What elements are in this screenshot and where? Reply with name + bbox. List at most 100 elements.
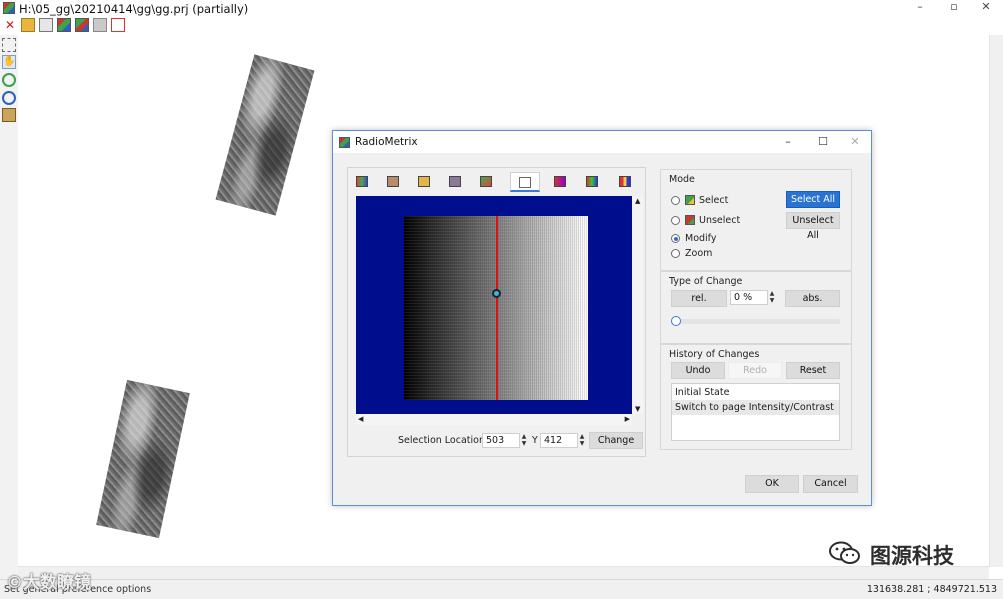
canvas-vertical-scrollbar[interactable]: ▲ ▼ xyxy=(632,196,643,414)
radiometrix-alt-icon[interactable] xyxy=(75,18,89,32)
scroll-up-arrow-icon[interactable]: ▲ xyxy=(635,197,640,205)
canvas-horizontal-scrollbar[interactable]: ◀ ▶ xyxy=(356,414,632,425)
pan-hand-icon[interactable]: ✋ xyxy=(2,55,16,69)
selection-line xyxy=(496,216,498,400)
modify-radio[interactable] xyxy=(671,234,680,243)
minimize-button[interactable]: – xyxy=(906,0,934,14)
zoom-label: Zoom xyxy=(685,248,713,259)
type-of-change-title: Type of Change xyxy=(669,276,743,287)
open-folder-icon[interactable] xyxy=(21,18,35,32)
layers-icon[interactable] xyxy=(93,18,107,32)
main-vertical-scrollbar[interactable] xyxy=(989,35,1003,567)
history-list[interactable]: Initial State Switch to page Intensity/C… xyxy=(671,383,840,441)
app-icon xyxy=(3,2,15,14)
left-tool-strip: ✋ xyxy=(0,35,18,595)
undo-button[interactable]: Undo xyxy=(671,362,725,379)
history-group: History of Changes Undo Redo Reset Initi… xyxy=(660,344,852,450)
dialog-close-button[interactable]: ✕ xyxy=(840,134,870,150)
unselect-all-button[interactable]: Unselect All xyxy=(786,212,840,241)
tab-balance[interactable] xyxy=(381,172,405,192)
watermark-right: 图源科技 xyxy=(870,544,954,568)
maximize-button[interactable]: ▫ xyxy=(940,0,968,14)
select-radio[interactable] xyxy=(671,196,680,205)
main-horizontal-scrollbar[interactable] xyxy=(18,566,989,579)
gradient-purple-icon xyxy=(554,176,566,187)
gradient-rainbow-icon xyxy=(586,176,598,187)
select-check-icon xyxy=(685,195,695,205)
tab-brightness[interactable] xyxy=(412,172,436,192)
image-rgb-icon xyxy=(356,176,368,187)
selection-y-input[interactable]: 412 xyxy=(540,433,578,448)
reset-button[interactable]: Reset xyxy=(786,362,840,379)
dialog-maximize-button[interactable]: ☐ xyxy=(808,134,838,150)
select-label: Select xyxy=(699,195,729,206)
type-of-change-group: Type of Change rel. 0 % ▲ ▼ abs. xyxy=(660,271,852,344)
x-spin-buttons[interactable]: ▲ ▼ xyxy=(519,433,529,448)
intensity-gradient-image xyxy=(404,216,588,400)
cancel-button[interactable]: Cancel xyxy=(803,475,858,493)
zoom-in-icon[interactable] xyxy=(2,73,16,87)
page-panel: ▲ ▼ ◀ ▶ Selection Location: X 503 ▲ ▼ Y 4… xyxy=(347,167,646,457)
redo-button[interactable]: Redo xyxy=(728,362,782,379)
status-bar: Set general preference options 131638.28… xyxy=(0,579,1003,599)
radiometrix-icon[interactable] xyxy=(57,18,71,32)
radiometrix-dialog: RadioMetrix – ☐ ✕ ▲ ▼ ◀ ▶ Selection Loca… xyxy=(332,130,872,506)
intensity-contrast-icon xyxy=(519,177,531,188)
home-extent-icon[interactable] xyxy=(2,108,16,122)
selection-handle[interactable] xyxy=(492,289,501,298)
selection-x-input[interactable]: 503 xyxy=(482,433,520,448)
change-value-input[interactable]: 0 % xyxy=(730,290,768,305)
mode-group: Mode Select Unselect Modify Zoom Select … xyxy=(660,169,852,271)
coordinate-readout: 131638.281 ; 4849721.513 xyxy=(866,584,997,595)
zoom-radio[interactable] xyxy=(671,249,680,258)
change-slider-track[interactable] xyxy=(673,319,840,324)
watermark-left: ©大数瞭镜 xyxy=(6,573,91,593)
tab-rgb[interactable] xyxy=(350,172,374,192)
unselect-cross-icon xyxy=(685,215,695,225)
dialog-title: RadioMetrix xyxy=(355,136,418,148)
select-all-button[interactable]: Select All xyxy=(786,191,840,208)
intensity-contrast-canvas[interactable] xyxy=(356,196,632,414)
dialog-minimize-button[interactable]: – xyxy=(773,134,803,150)
image-histogram-icon xyxy=(449,176,461,187)
image-brightness-icon xyxy=(418,176,430,187)
tab-color-palette[interactable] xyxy=(613,172,637,192)
absolute-button[interactable]: abs. xyxy=(785,290,840,307)
tab-histogram[interactable] xyxy=(443,172,467,192)
unselect-label: Unselect xyxy=(699,215,741,226)
title-bar: H:\05_gg\20210414\gg\gg.prj (partially) … xyxy=(0,0,1003,17)
raster-strip-bottom xyxy=(96,379,190,539)
mode-title: Mode xyxy=(669,174,695,185)
color-palette-icon xyxy=(619,176,631,187)
window-title: H:\05_gg\20210414\gg\gg.prj (partially) xyxy=(19,2,249,16)
tab-gradient-rainbow[interactable] xyxy=(580,172,604,192)
zoom-out-icon[interactable] xyxy=(2,91,16,105)
scroll-down-arrow-icon[interactable]: ▼ xyxy=(635,405,640,413)
history-item[interactable]: Initial State xyxy=(672,385,839,400)
unselect-radio[interactable] xyxy=(671,216,680,225)
y-spin-buttons[interactable]: ▲ ▼ xyxy=(577,433,587,448)
change-value-spin-buttons[interactable]: ▲ ▼ xyxy=(767,290,777,305)
tab-gradient-purple[interactable] xyxy=(548,172,572,192)
tab-intensity-contrast[interactable] xyxy=(510,172,540,192)
change-slider-knob[interactable] xyxy=(671,316,681,326)
radiometrix-icon xyxy=(339,137,350,148)
print-icon[interactable] xyxy=(111,18,125,32)
window-icon[interactable] xyxy=(39,18,53,32)
history-item-selected[interactable]: Switch to page Intensity/Contrast xyxy=(672,400,839,415)
wechat-icon xyxy=(829,541,860,564)
image-balance-icon xyxy=(387,176,399,187)
relative-button[interactable]: rel. xyxy=(671,290,727,307)
close-red-x-icon[interactable]: ✕ xyxy=(3,18,17,32)
raster-strip-top xyxy=(215,54,315,216)
dialog-title-bar: RadioMetrix – ☐ ✕ xyxy=(333,131,871,153)
scroll-right-arrow-icon[interactable]: ▶ xyxy=(625,415,630,423)
close-button[interactable]: ✕ xyxy=(972,0,1000,14)
tab-color[interactable] xyxy=(474,172,498,192)
change-button[interactable]: Change xyxy=(589,432,643,449)
image-color-icon xyxy=(480,176,492,187)
scroll-left-arrow-icon[interactable]: ◀ xyxy=(358,415,363,423)
toolbar: ✕ xyxy=(0,17,1003,35)
zoom-rect-icon[interactable] xyxy=(2,38,16,52)
ok-button[interactable]: OK xyxy=(745,475,799,493)
